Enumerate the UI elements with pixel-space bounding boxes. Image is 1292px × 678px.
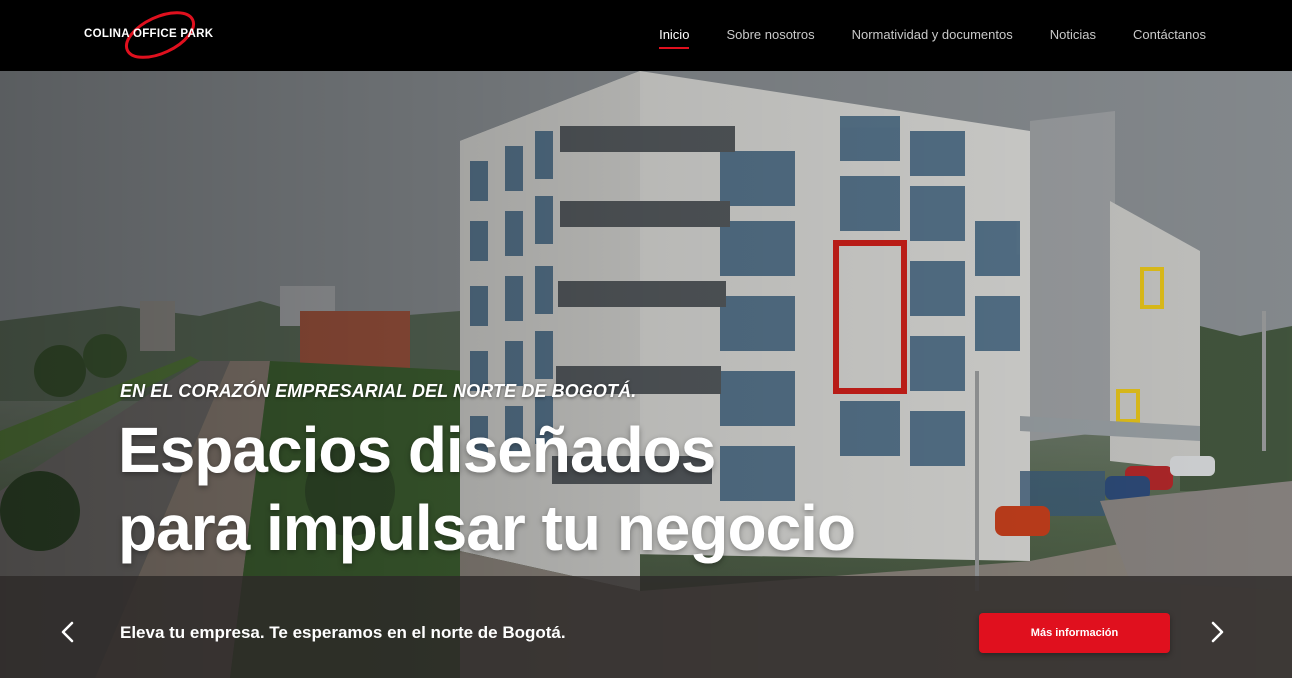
- logo[interactable]: COLINA OFFICE PARK: [80, 10, 225, 60]
- chevron-right-icon: [1211, 621, 1224, 643]
- hero-eyebrow: EN EL CORAZÓN EMPRESARIAL DEL NORTE DE B…: [120, 381, 637, 401]
- nav-item-normatividad[interactable]: Normatividad y documentos: [852, 27, 1013, 42]
- hero-headline-line-1: Espacios diseñados: [118, 414, 716, 486]
- nav-item-contactanos[interactable]: Contáctanos: [1133, 27, 1206, 42]
- slide-tagline: Eleva tu empresa. Te esperamos en el nor…: [120, 623, 566, 642]
- nav-item-sobre-nosotros[interactable]: Sobre nosotros: [726, 27, 814, 42]
- more-info-button[interactable]: Más información: [979, 613, 1170, 653]
- hero-headline: Espacios diseñados para impulsar tu nego…: [118, 411, 856, 567]
- prev-slide-button[interactable]: [58, 620, 78, 644]
- logo-text: COLINA OFFICE PARK: [84, 28, 214, 40]
- slider-caption-bar: Eleva tu empresa. Te esperamos en el nor…: [0, 576, 1292, 678]
- hero-headline-line-2: para impulsar tu negocio: [118, 492, 856, 564]
- nav-item-noticias[interactable]: Noticias: [1050, 27, 1096, 42]
- site-header: COLINA OFFICE PARK Inicio Sobre nosotros…: [0, 0, 1292, 71]
- nav-item-inicio[interactable]: Inicio: [659, 27, 690, 49]
- main-nav: Inicio Sobre nosotros Normatividad y doc…: [659, 27, 1206, 49]
- chevron-left-icon: [61, 621, 74, 643]
- next-slide-button[interactable]: [1207, 620, 1227, 644]
